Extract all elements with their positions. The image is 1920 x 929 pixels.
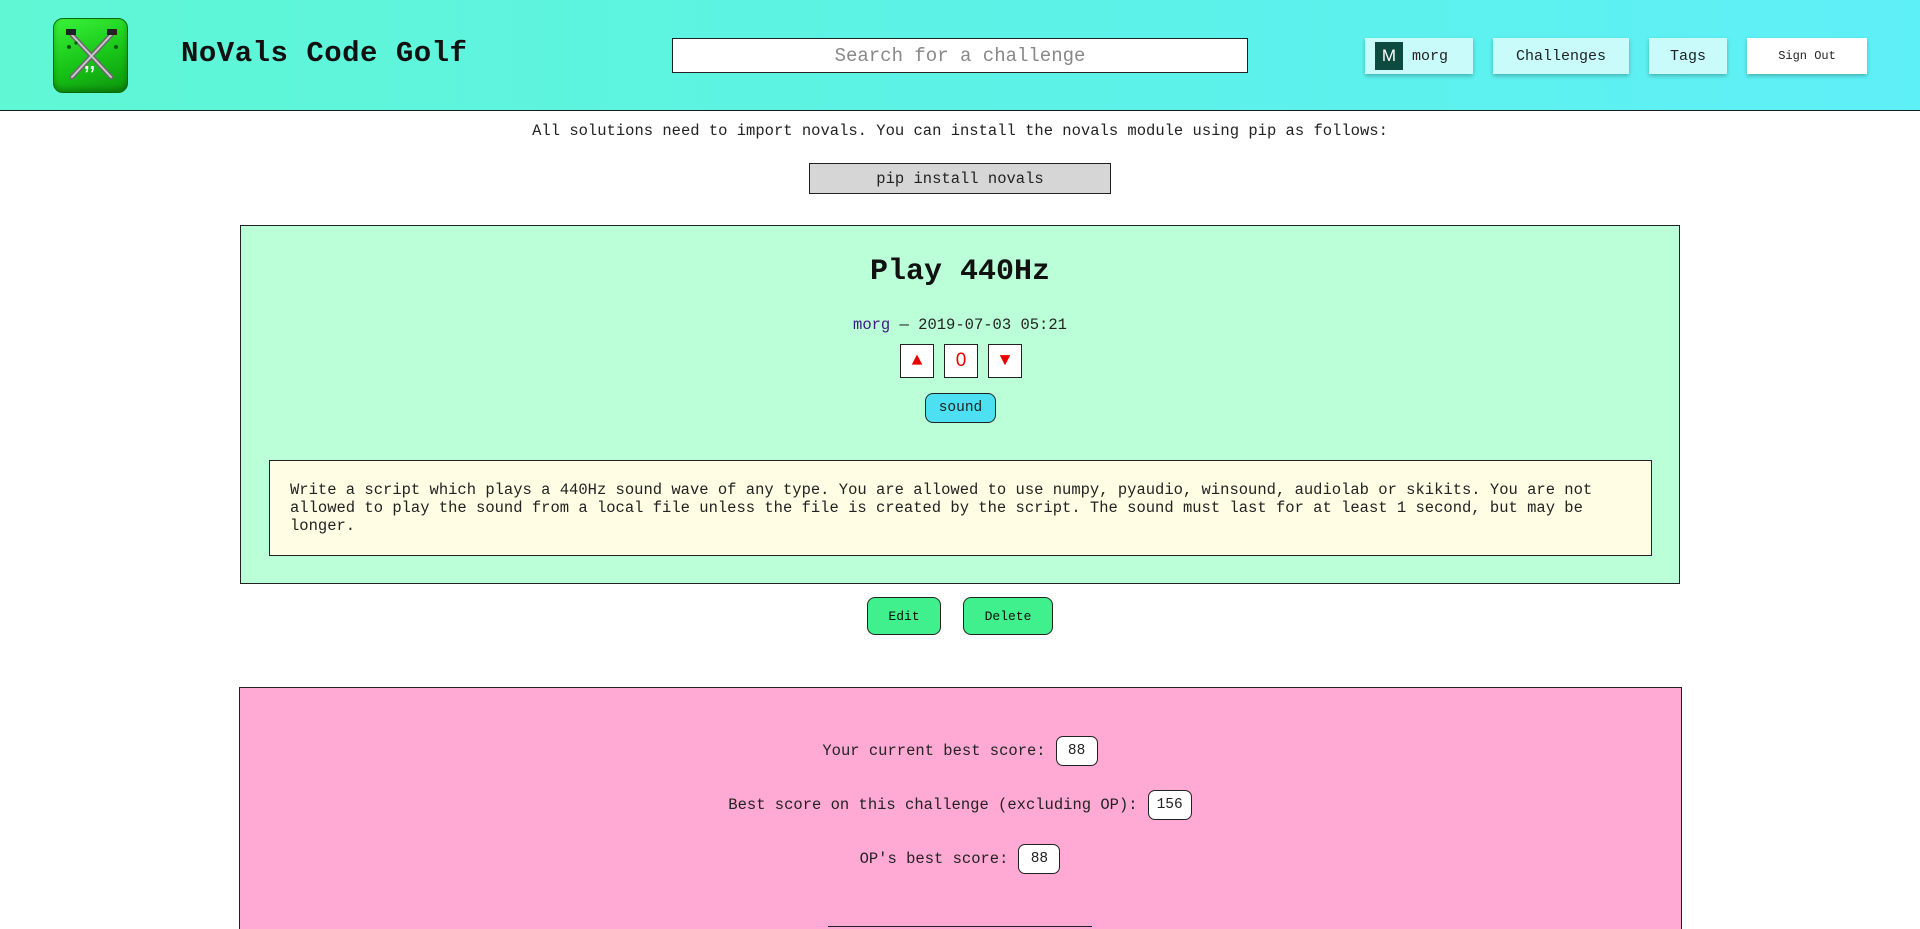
golf-clubs-logo-icon[interactable]: ,, [53,18,128,93]
pip-command: pip install novals [809,163,1111,194]
vote-count: 0 [944,344,978,378]
install-notice: All solutions need to import novals. You… [532,122,1388,140]
author-link[interactable]: morg [853,316,890,334]
svg-text:,,: ,, [84,52,95,74]
op-best-row: OP's best score: 88 [0,844,1920,874]
avatar: M [1375,42,1403,70]
current-best-row: Your current best score: 88 [0,736,1920,766]
search-input[interactable] [672,38,1248,73]
tags-button[interactable]: Tags [1649,38,1727,74]
delete-button[interactable]: Delete [963,597,1053,635]
current-best-score: 88 [1055,736,1098,766]
username-label: morg [1412,47,1449,65]
challenge-best-score: 156 [1147,790,1192,820]
meta-separator: — [890,316,919,334]
challenge-meta: morg — 2019-07-03 05:21 [241,316,1679,334]
site-header: ,, NoVals Code Golf M morg Challenges Ta… [0,0,1920,111]
challenges-button[interactable]: Challenges [1493,38,1629,74]
op-best-score: 88 [1018,844,1061,874]
user-menu-button[interactable]: M morg [1365,38,1473,74]
sign-out-button[interactable]: Sign Out [1747,38,1867,74]
current-best-label: Your current best score: [822,742,1046,760]
challenge-best-label: Best score on this challenge (excluding … [728,796,1138,814]
challenge-best-row: Best score on this challenge (excluding … [0,790,1920,820]
edit-button[interactable]: Edit [867,597,941,635]
site-title[interactable]: NoVals Code Golf [181,37,467,70]
downvote-button[interactable]: ▼ [988,344,1022,378]
tag-sound[interactable]: sound [925,393,996,423]
challenge-date: 2019-07-03 05:21 [918,316,1067,334]
challenge-description: Write a script which plays a 440Hz sound… [269,460,1652,556]
challenge-title: Play 440Hz [869,255,1051,289]
upvote-button[interactable]: ▲ [900,344,934,378]
challenge-card: Play 440Hz morg — 2019-07-03 05:21 ▲ 0 ▼… [240,225,1680,584]
op-best-label: OP's best score: [859,850,1009,868]
